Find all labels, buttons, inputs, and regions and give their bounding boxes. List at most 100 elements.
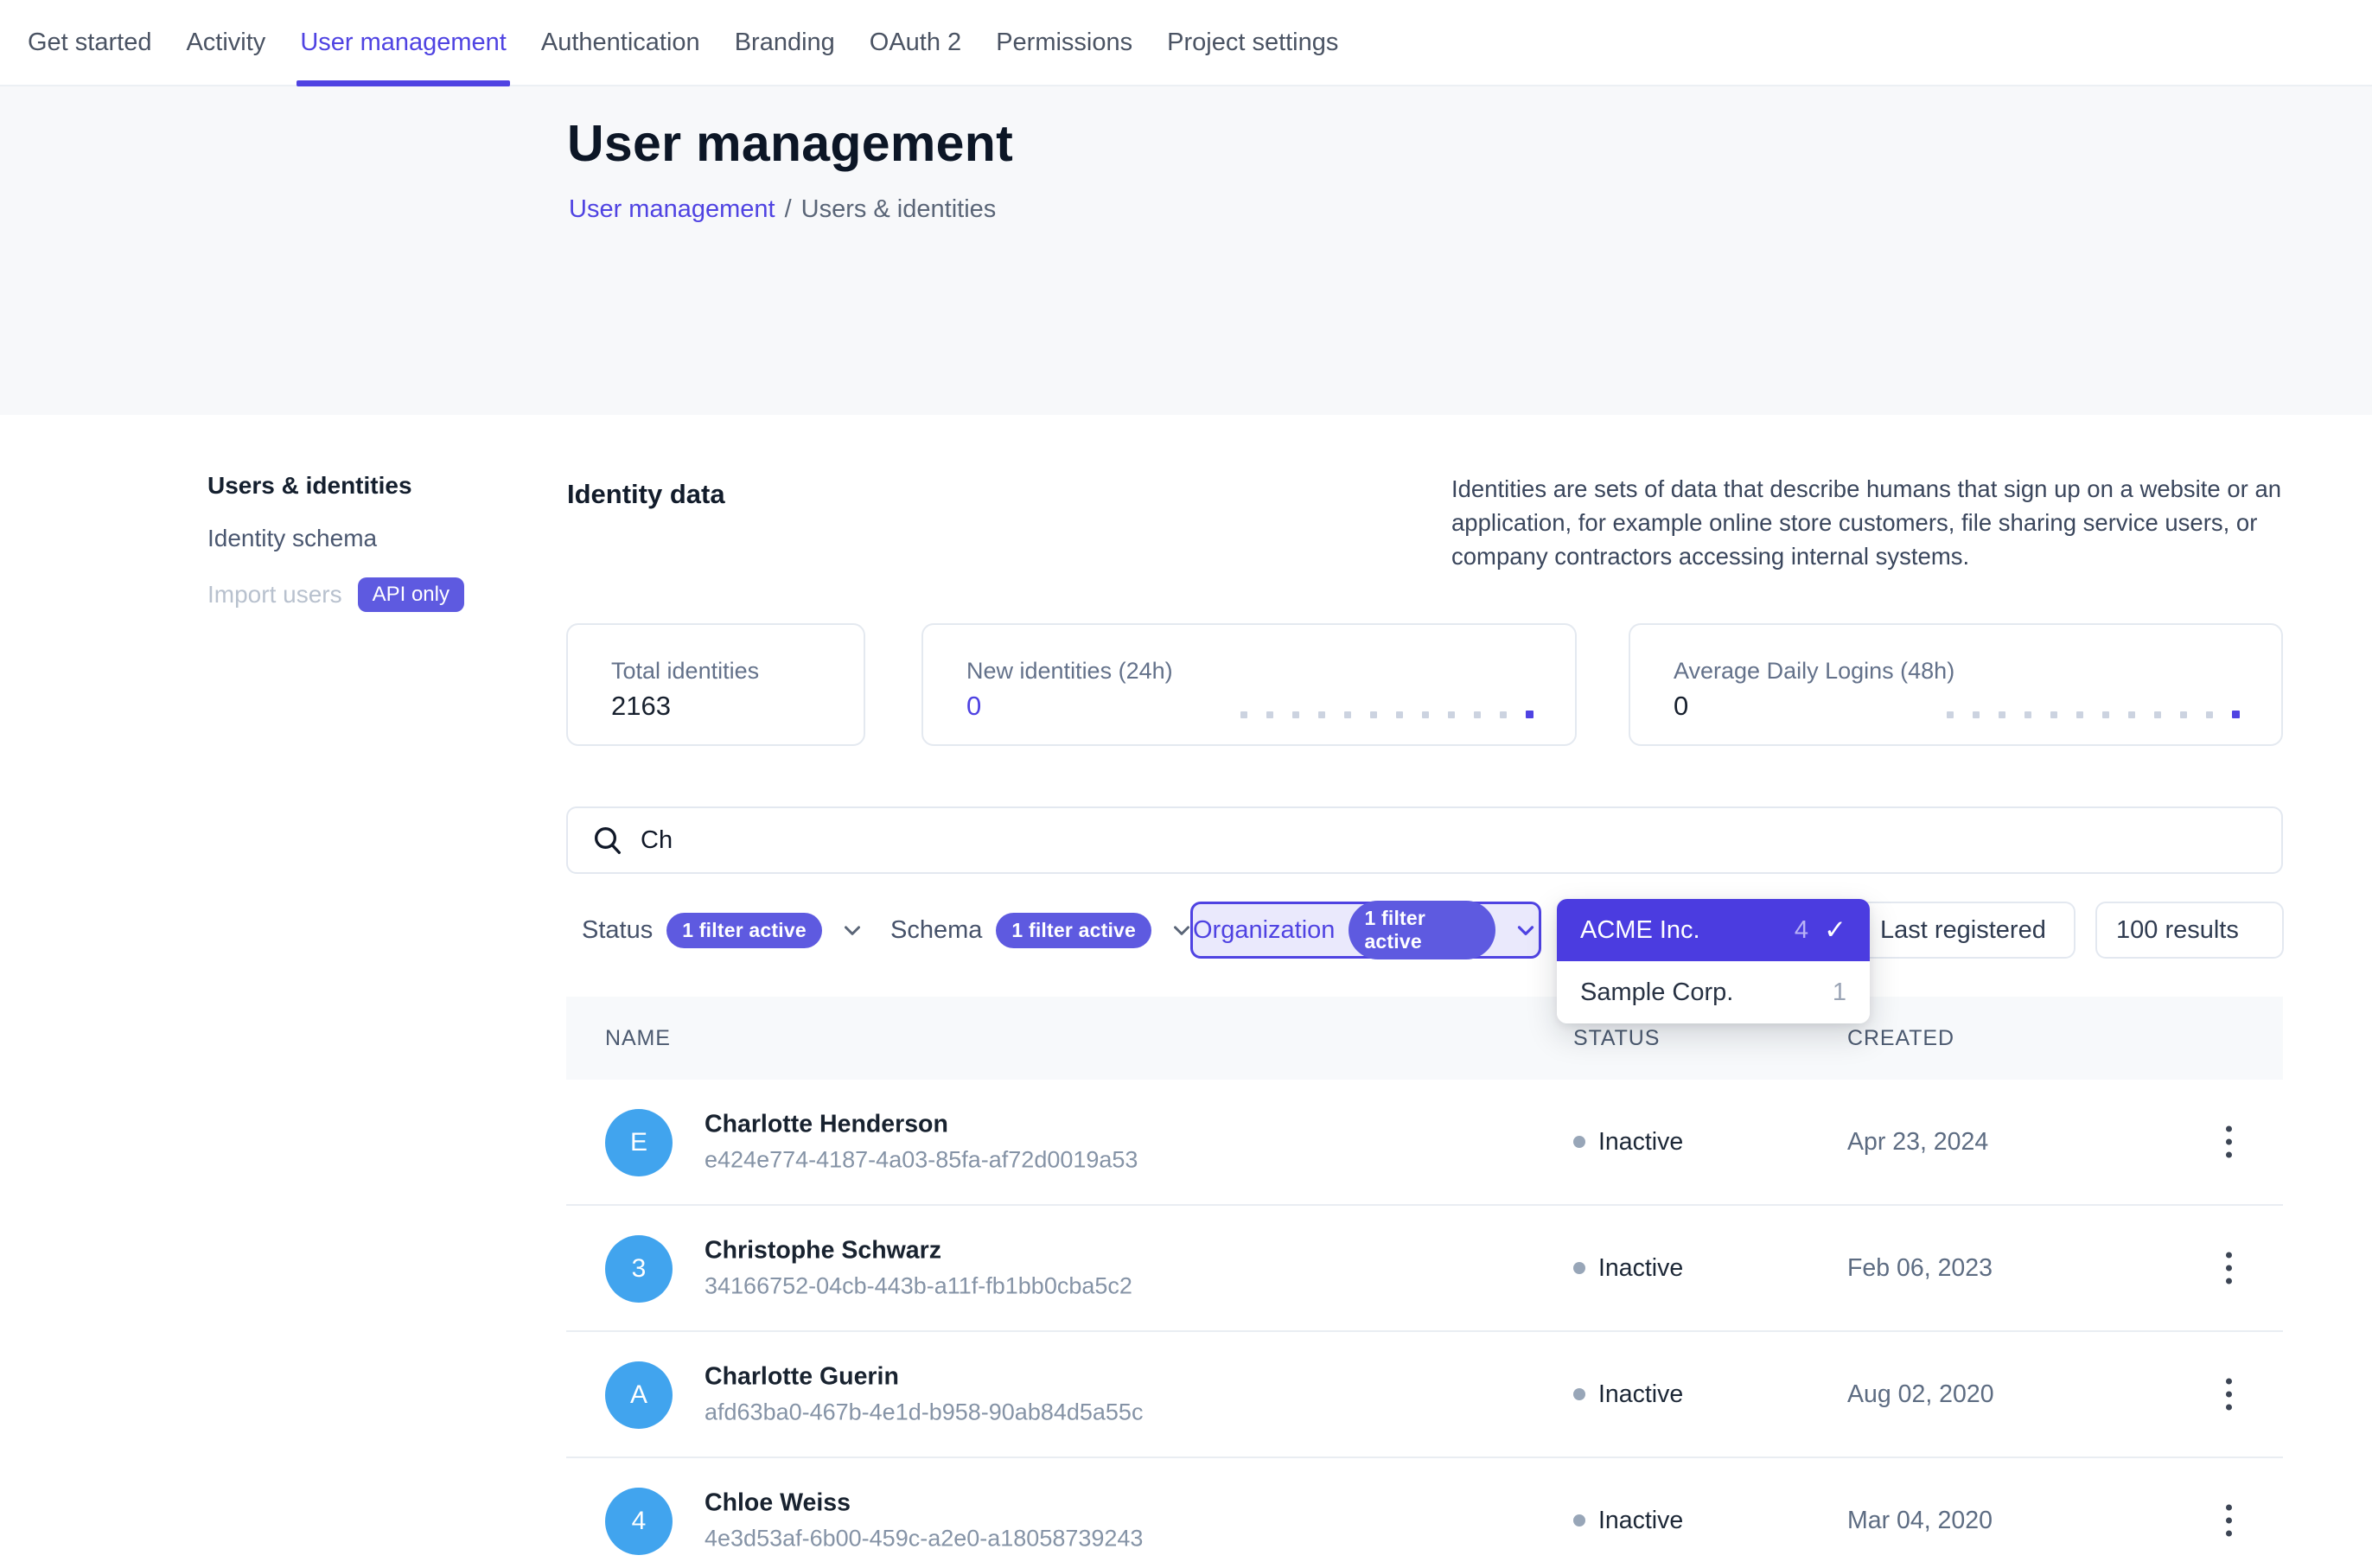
dropdown-option-acme-inc-[interactable]: ACME Inc.4 <box>1557 899 1870 961</box>
avatar: A <box>605 1361 673 1429</box>
sparkline-dot <box>1422 711 1429 718</box>
sparkline-dot <box>2232 711 2240 718</box>
sparkline-dot <box>1318 711 1325 718</box>
sparkline-dot <box>1973 711 1980 718</box>
identity-id: 4e3d53af-6b00-459c-a2e0-a18058739243 <box>705 1526 1143 1552</box>
sparkline-dot <box>2076 711 2083 718</box>
created-date: Feb 06, 2023 <box>1847 1206 1993 1330</box>
schema-filter[interactable]: Schema 1 filter active <box>890 902 1195 959</box>
filter-row: Status 1 filter active Schema 1 filter a… <box>566 902 2283 959</box>
section-description: Identities are sets of data that describ… <box>1451 472 2286 573</box>
dropdown-option-name: ACME Inc. <box>1580 916 1795 945</box>
stat-card-new-identities-24h-: New identities (24h)0 <box>921 623 1577 746</box>
sparkline-dot <box>2180 711 2187 718</box>
table-row[interactable]: 4Chloe Weiss4e3d53af-6b00-459c-a2e0-a180… <box>566 1458 2283 1568</box>
kebab-menu-icon[interactable] <box>2216 1116 2242 1169</box>
page-title: User management <box>567 114 1013 173</box>
kebab-dot <box>2226 1152 2232 1158</box>
status-label: Inactive <box>1598 1507 1683 1535</box>
sparkline-dot <box>1370 711 1377 718</box>
chevron-down-icon <box>839 917 865 943</box>
sparkline-dot <box>1266 711 1273 718</box>
created-date: Aug 02, 2020 <box>1847 1332 1994 1456</box>
nav-item-user-management[interactable]: User management <box>300 0 507 85</box>
nav-item-activity[interactable]: Activity <box>186 0 265 85</box>
status-cell: Inactive <box>1573 1080 1683 1204</box>
stat-card-value: 2163 <box>611 691 671 722</box>
organization-filter[interactable]: Organization 1 filter active <box>1190 902 1541 959</box>
sparkline-dot <box>2128 711 2135 718</box>
stat-card-label: Average Daily Logins (48h) <box>1674 658 1954 685</box>
nav-item-label: Get started <box>28 29 151 57</box>
nav-item-label: Permissions <box>996 29 1132 57</box>
identity-info: Charlotte Guerinafd63ba0-467b-4e1d-b958-… <box>705 1363 1143 1426</box>
nav-item-label: Project settings <box>1167 29 1338 57</box>
page-size-label: 100 results <box>2116 916 2239 945</box>
sidebar-item-users-identities[interactable]: Users & identities <box>207 472 464 500</box>
kebab-menu-icon[interactable] <box>2216 1368 2242 1421</box>
sparkline-dot <box>1292 711 1299 718</box>
kebab-dot <box>2226 1392 2232 1398</box>
identity-name: Charlotte Guerin <box>705 1363 1143 1392</box>
status-dot-icon <box>1573 1262 1585 1274</box>
header-band <box>0 86 2372 415</box>
sidebar: Users & identities Identity schema Import … <box>207 472 464 612</box>
check-icon <box>1824 915 1846 946</box>
status-filter[interactable]: Status 1 filter active <box>582 902 865 959</box>
nav-item-project-settings[interactable]: Project settings <box>1167 0 1338 85</box>
nav-item-label: User management <box>300 29 507 57</box>
nav-item-authentication[interactable]: Authentication <box>541 0 700 85</box>
sparkline-dot <box>1999 711 2005 718</box>
page-size-select[interactable]: 100 results <box>2095 902 2284 959</box>
stat-card-average-daily-logins-48h-: Average Daily Logins (48h)0 <box>1629 623 2283 746</box>
identity-id: 34166752-04cb-443b-a11f-fb1bb0cba5c2 <box>705 1273 1132 1300</box>
kebab-dot <box>2226 1531 2232 1537</box>
nav-item-oauth-2[interactable]: OAuth 2 <box>870 0 961 85</box>
status-label: Inactive <box>1598 1254 1683 1283</box>
nav-item-label: Branding <box>735 29 835 57</box>
nav-item-permissions[interactable]: Permissions <box>996 0 1132 85</box>
table-row[interactable]: ECharlotte Hendersone424e774-4187-4a03-8… <box>566 1080 2283 1206</box>
sort-select-label: Last registered <box>1880 916 2046 945</box>
sparkline-dot <box>1500 711 1507 718</box>
breadcrumb-link[interactable]: User management <box>569 195 775 224</box>
sparkline-dot <box>1474 711 1481 718</box>
kebab-dot <box>2226 1505 2232 1511</box>
dropdown-option-name: Sample Corp. <box>1580 978 1833 1007</box>
sparkline-dot <box>2050 711 2057 718</box>
identity-name: Chloe Weiss <box>705 1489 1143 1518</box>
sparkline-dot <box>1526 711 1534 718</box>
top-nav: Get started Activity User management Authen… <box>0 0 2372 86</box>
status-filter-badge: 1 filter active <box>666 913 822 948</box>
dropdown-option-sample-corp-[interactable]: Sample Corp.1 <box>1557 961 1870 1023</box>
status-label: Inactive <box>1598 1380 1683 1409</box>
kebab-menu-icon[interactable] <box>2216 1242 2242 1295</box>
sort-select[interactable]: Last registered <box>1858 902 2076 959</box>
kebab-menu-icon[interactable] <box>2216 1495 2242 1547</box>
search-input[interactable] <box>641 826 2259 855</box>
api-only-badge: API only <box>358 577 464 612</box>
breadcrumb: User management / Users & identities <box>569 195 996 224</box>
created-date: Apr 23, 2024 <box>1847 1080 1988 1204</box>
nav-item-get-started[interactable]: Get started <box>28 0 151 85</box>
schema-filter-label: Schema <box>890 916 982 945</box>
sparkline <box>1240 711 1534 718</box>
sparkline-dot <box>2102 711 2109 718</box>
chevron-down-icon <box>1513 917 1539 943</box>
created-date: Mar 04, 2020 <box>1847 1458 1993 1568</box>
status-dot-icon <box>1573 1388 1585 1400</box>
dropdown-option-count: 4 <box>1795 916 1808 945</box>
sidebar-item-identity-schema[interactable]: Identity schema <box>207 525 464 552</box>
top-nav-items: Get started Activity User management Authen… <box>28 0 1338 85</box>
nav-item-branding[interactable]: Branding <box>735 0 835 85</box>
nav-item-label: OAuth 2 <box>870 29 961 57</box>
sidebar-item-import-users: Import usersAPI only <box>207 577 464 612</box>
status-filter-label: Status <box>582 916 653 945</box>
table-header: NAMESTATUSCREATED <box>566 997 2283 1080</box>
status-dot-icon <box>1573 1514 1585 1527</box>
stat-card-label: New identities (24h) <box>966 658 1173 685</box>
table-row[interactable]: A Charlotte Guerinafd63ba0-467b-4e1d-b958… <box>566 1332 2283 1458</box>
section-title: Identity data <box>567 479 725 510</box>
table-row[interactable]: 3Christophe Schwarz34166752-04cb-443b-a1… <box>566 1206 2283 1332</box>
kebab-dot <box>2226 1518 2232 1524</box>
